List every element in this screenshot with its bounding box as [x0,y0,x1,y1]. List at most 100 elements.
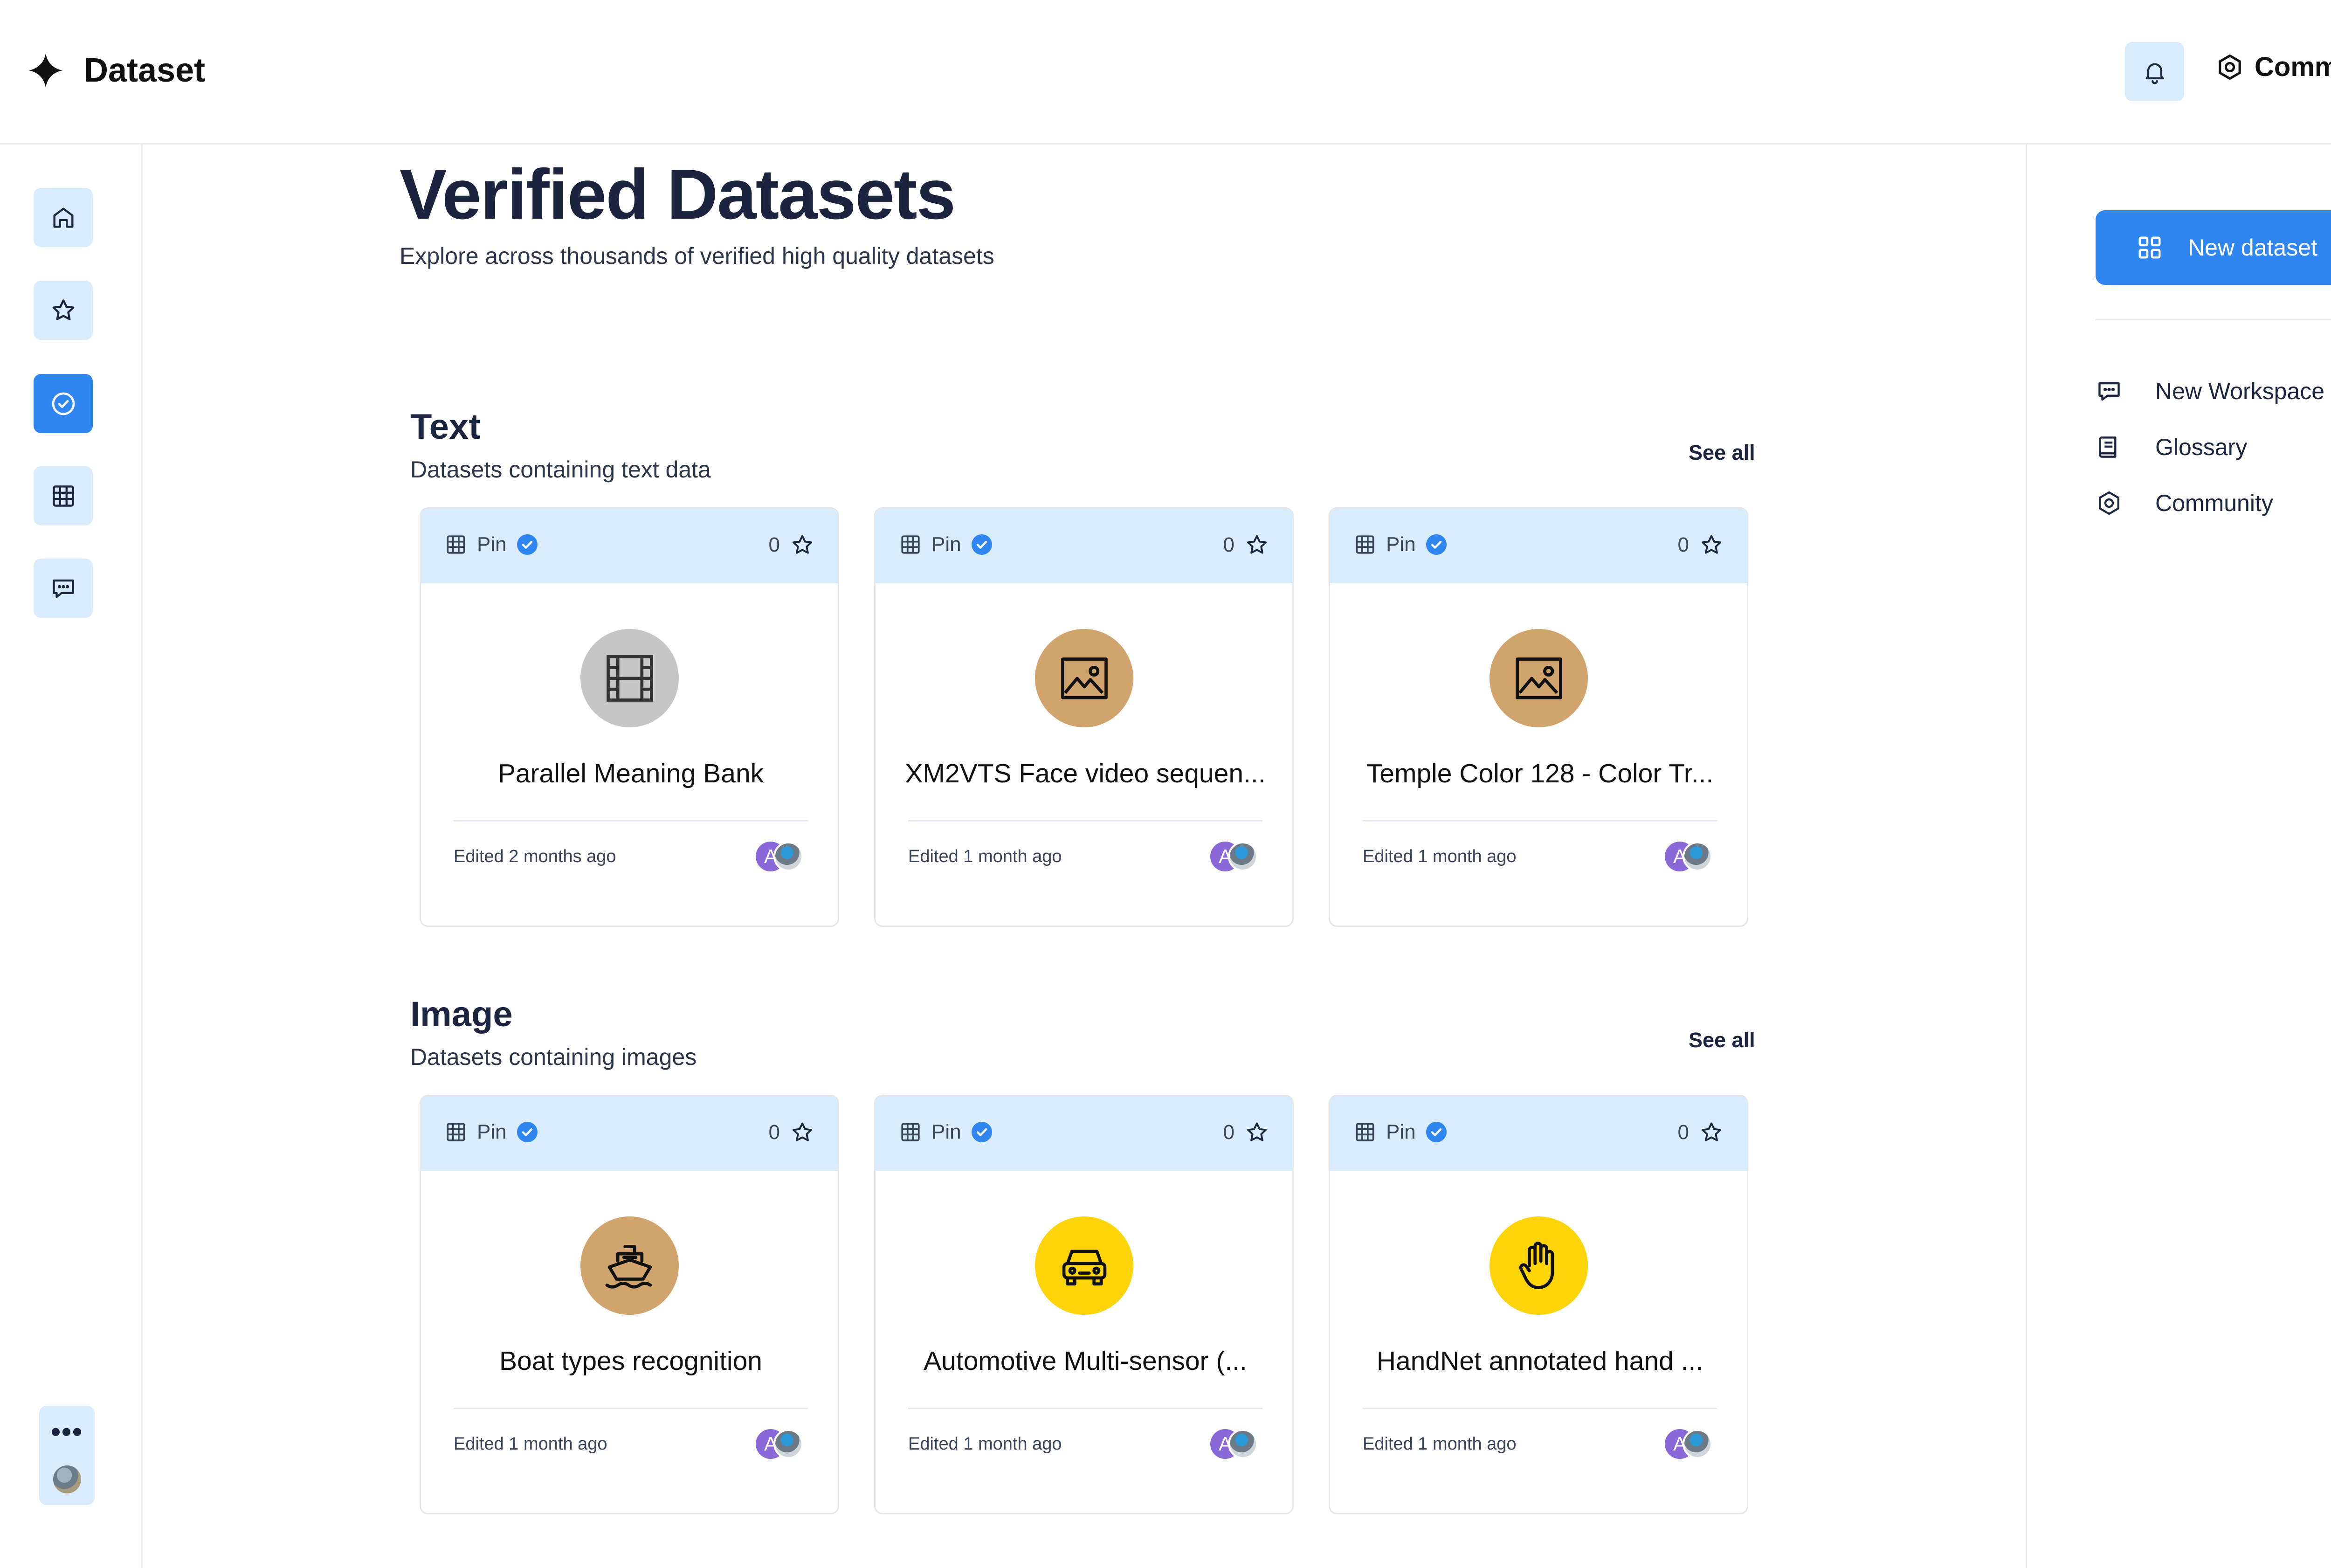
grid-icon [2138,236,2161,259]
star-icon [52,299,74,320]
collaborator-avatars: A [1210,1429,1262,1459]
edited-time: Edited 1 month ago [908,1434,1062,1454]
star-icon [1701,535,1722,554]
user-avatar[interactable] [53,1465,81,1493]
card-header: Pin 0 [876,1096,1292,1171]
left-sidebar [0,145,143,1568]
star-count[interactable]: 0 [1678,533,1724,557]
card-header: Pin 0 [876,509,1292,583]
avatar [773,842,803,871]
pin-button[interactable]: Pin [1353,533,1448,556]
pin-label: Pin [931,1120,961,1143]
community-link[interactable]: Community [2215,51,2331,83]
right-panel [2026,145,2331,1568]
avatar [1228,1429,1258,1459]
dataset-card[interactable]: Pin 0 XM2VTS Face video sequen... Edited… [874,507,1294,927]
star-count-value: 0 [1223,533,1234,556]
pin-label: Pin [1386,1120,1416,1143]
community-label: Community [2255,52,2331,82]
dataset-name: HandNet annotated hand ... [1376,1346,1703,1376]
collaborator-avatars: A [1665,842,1716,871]
divider [2096,319,2331,320]
star-count[interactable]: 0 [1223,533,1269,557]
notifications-button[interactable] [2125,42,2184,101]
edited-time: Edited 1 month ago [454,1434,607,1454]
community-panel-label: Community [2155,490,2273,516]
verified-badge-icon [971,1122,992,1142]
pin-button[interactable]: Pin [1353,1120,1448,1144]
star-icon [1247,1122,1267,1141]
dataset-card[interactable]: Pin 0 HandNet annotated hand ... Edited … [1329,1095,1748,1514]
edited-time: Edited 1 month ago [1363,847,1517,866]
dataset-card[interactable]: Pin 0 Temple Color 128 - Color Tr... Edi… [1329,507,1748,927]
pin-button[interactable]: Pin [444,1120,538,1144]
verified-badge-icon [1426,534,1447,555]
glossary-link[interactable]: Glossary [2096,434,2247,461]
verified-badge-icon [971,534,992,555]
table-icon [901,1123,920,1141]
new-dataset-label: New dataset [2188,235,2317,261]
star-count[interactable]: 0 [1223,1120,1269,1145]
pin-button[interactable]: Pin [899,1120,993,1144]
section-subtitle-image: Datasets containing images [410,1044,697,1070]
star-count[interactable]: 0 [769,533,814,557]
star-count-value: 0 [1223,1121,1234,1144]
see-all-image-link[interactable]: See all [1689,1028,1755,1052]
card-divider [1363,1408,1717,1409]
verified-badge-icon [1426,1122,1447,1142]
avatar [1683,842,1712,871]
pin-label: Pin [477,1120,507,1143]
film-icon [606,655,653,702]
page-title: Verified Datasets [400,155,956,234]
book-icon [2099,436,2117,458]
star-icon [792,535,813,554]
card-header: Pin 0 [1330,1096,1747,1171]
star-count[interactable]: 0 [1678,1120,1724,1145]
sidebar-item-home[interactable] [34,188,93,247]
dataset-name: XM2VTS Face video sequen... [905,759,1266,788]
collaborator-avatars: A [756,842,807,871]
user-menu[interactable]: ••• [39,1406,95,1505]
pin-button[interactable]: Pin [899,533,993,556]
dataset-icon-circle [580,1216,679,1315]
new-dataset-button[interactable]: New dataset [2096,210,2331,285]
star-count[interactable]: 0 [769,1120,814,1145]
dataset-name: Automotive Multi-sensor (... [924,1346,1247,1376]
star-icon [792,1122,813,1141]
new-workspace-link[interactable]: New Workspace [2096,378,2324,405]
dataset-icon-circle [580,629,679,727]
sidebar-item-tables[interactable] [34,466,93,525]
hexagon-icon [2099,491,2119,515]
brand[interactable]: Dataset [27,51,205,90]
star-count-value: 0 [1677,1121,1689,1144]
card-divider [454,820,808,822]
edited-time: Edited 1 month ago [1363,1434,1517,1454]
community-panel-link[interactable]: Community [2096,490,2273,517]
sidebar-item-favorites[interactable] [34,281,93,340]
card-header: Pin 0 [1330,509,1747,583]
ship-icon [605,1244,652,1289]
sidebar-item-verified[interactable] [34,374,93,433]
collaborator-avatars: A [756,1429,807,1459]
hexagon-icon [2219,54,2241,80]
dataset-name: Parallel Meaning Bank [497,759,764,788]
dataset-name: Boat types recognition [499,1346,763,1376]
more-options-icon[interactable]: ••• [39,1418,95,1446]
bell-icon [2145,63,2164,84]
pin-label: Pin [931,533,961,556]
dataset-card[interactable]: Pin 0 Boat types recognition Edited 1 mo… [420,1095,839,1514]
image-icon [1515,657,1562,699]
image-icon [1061,657,1108,699]
top-bar: Dataset Community [0,0,2331,145]
dataset-card[interactable]: Pin 0 Parallel Meaning Bank Edited 2 mon… [420,507,839,927]
see-all-text-link[interactable]: See all [1689,441,1755,465]
pin-button[interactable]: Pin [444,533,538,556]
sidebar-item-messages[interactable] [34,559,93,618]
table-icon [901,535,920,554]
new-workspace-label: New Workspace [2155,378,2325,404]
hand-icon [1519,1241,1554,1289]
dataset-card[interactable]: Pin 0 Automotive Multi-sensor (... Edite… [874,1095,1294,1514]
star-count-value: 0 [1677,533,1689,556]
verified-badge-icon [517,1122,538,1142]
check-circle-icon [52,392,75,415]
